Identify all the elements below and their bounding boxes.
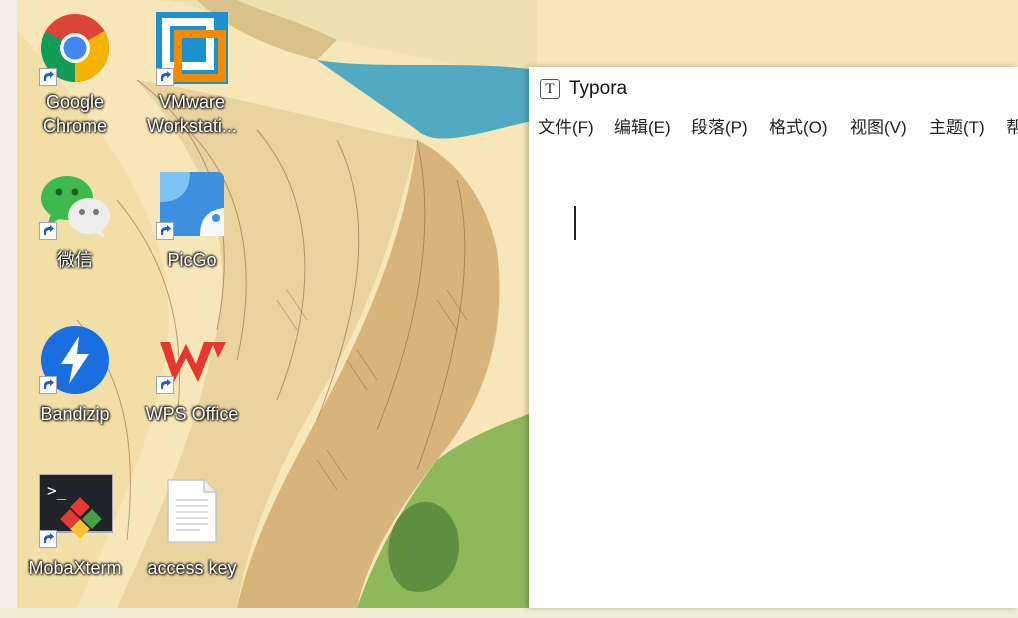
desktop-icon-label: 微信 (57, 250, 93, 270)
desktop-left-edge (0, 0, 17, 608)
typora-app-icon: T (540, 79, 560, 99)
text-caret (574, 206, 576, 240)
desktop-icon-bandizip[interactable]: Bandizip (17, 314, 133, 464)
editor-area[interactable] (529, 147, 1018, 608)
shortcut-arrow-icon (156, 222, 174, 240)
shortcut-arrow-icon (39, 222, 57, 240)
shortcut-arrow-icon (39, 68, 57, 86)
desktop-icon-label: Bandizip (40, 404, 110, 424)
menu-paragraph[interactable]: 段落(P) (691, 115, 748, 141)
menu-help[interactable]: 帮 (1006, 115, 1018, 141)
desktop-icon-wps-office[interactable]: WPS Office (134, 314, 250, 464)
desktop-icon-mobaxterm[interactable]: >_ MobaXterm (17, 468, 133, 618)
desktop-icon-access-key[interactable]: access key (134, 468, 250, 618)
desktop-icon-label: MobaXterm (28, 558, 122, 578)
typora-window: T Typora 文件(F) 编辑(E) 段落(P) 格式(O) 视图(V) 主… (529, 67, 1018, 608)
title-bar[interactable]: T Typora (529, 67, 1018, 111)
menu-file[interactable]: 文件(F) (538, 115, 594, 141)
desktop-icon-label: WPS Office (145, 404, 239, 424)
shortcut-arrow-icon (156, 68, 174, 86)
desktop-icon-wechat[interactable]: 微信 (17, 160, 133, 310)
window-title: Typora (569, 78, 628, 99)
menu-edit[interactable]: 编辑(E) (614, 115, 671, 141)
text-file-icon (166, 478, 218, 544)
desktop-icon-google-chrome[interactable]: Google Chrome (17, 2, 133, 152)
shortcut-arrow-icon (39, 530, 57, 548)
desktop-icon-label: access key (147, 558, 237, 578)
svg-text:>_: >_ (47, 481, 67, 500)
menu-format[interactable]: 格式(O) (769, 115, 828, 141)
desktop-icon-label: Google Chrome (42, 92, 108, 136)
menu-bar: 文件(F) 编辑(E) 段落(P) 格式(O) 视图(V) 主题(T) 帮 (529, 115, 1018, 141)
desktop-icon-picgo[interactable]: PicGo (134, 160, 250, 310)
desktop-icon-vmware-workstation[interactable]: VMware Workstati... (134, 2, 250, 152)
menu-theme[interactable]: 主题(T) (929, 115, 985, 141)
shortcut-arrow-icon (39, 376, 57, 394)
desktop-icon-label: VMware Workstati... (147, 92, 237, 136)
menu-view[interactable]: 视图(V) (850, 115, 907, 141)
desktop-icon-label: PicGo (167, 250, 217, 270)
shortcut-arrow-icon (156, 376, 174, 394)
